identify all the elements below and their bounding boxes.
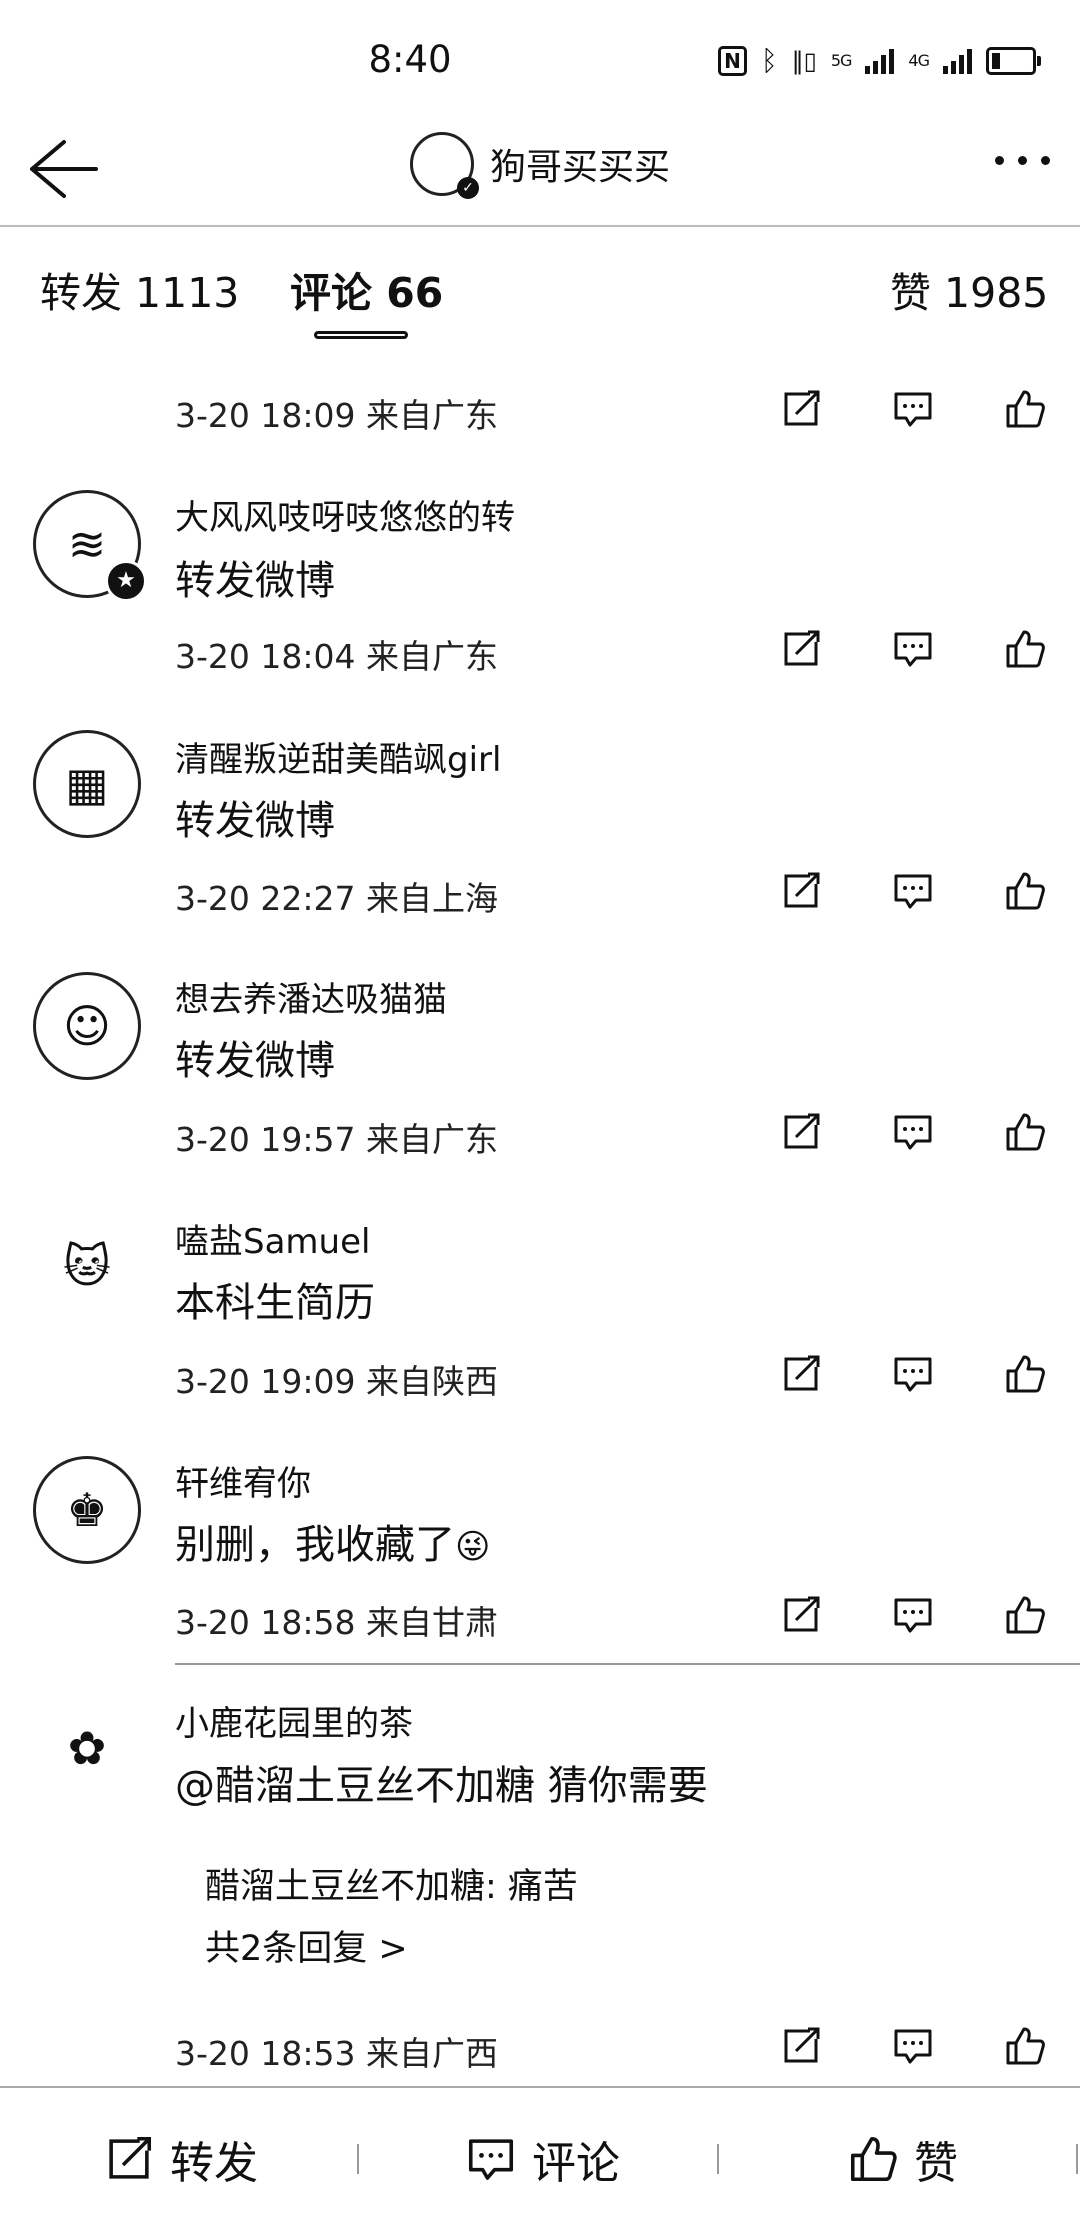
avatar-image: 🐱 [63,1239,111,1293]
comment-divider [175,1663,1080,1665]
nav-bar: ✓ 狗哥买买买 [0,110,1080,227]
comment-icon[interactable] [892,1594,934,1636]
more-options-icon[interactable] [995,156,1050,165]
like-icon[interactable] [1004,1353,1046,1395]
battery-icon [986,46,1041,75]
avatar[interactable]: ♚ [33,1456,141,1564]
nfc-icon: N [718,45,747,76]
like-icon[interactable] [1004,388,1046,430]
emoji-icon: 😜 [455,1527,491,1567]
comment-meta: 3-20 19:57 来自广东 [175,1120,498,1159]
active-tab-indicator [314,331,408,339]
header-user[interactable]: ✓ 狗哥买买买 [410,132,671,199]
avatar-image: ♚ [66,1483,108,1537]
comment-actions [780,1111,1046,1153]
repost-icon[interactable] [780,1353,822,1395]
comment-button[interactable]: 评论 [466,2088,620,2230]
tab-bar: 转发 1113 评论 66 赞 1985 [0,227,1080,347]
status-icons: N ᛒ ‖▯ 5G 4G [718,44,1041,77]
signal-icon-1 [865,48,895,74]
like-label: 赞 [914,2138,958,2189]
comment-icon [468,2139,514,2180]
repost-icon[interactable] [780,628,822,670]
back-arrow-icon[interactable] [24,134,100,204]
like-icon[interactable] [1004,628,1046,670]
vibrate-icon: ‖▯ [791,46,817,75]
comment-actions [780,628,1046,670]
comment-text: 别删，我收藏了😜 [175,1512,490,1570]
comment-meta: 3-20 22:27 来自上海 [175,879,498,918]
comment-text: @醋溜土豆丝不加糖 猜你需要 [175,1763,708,1809]
verified-icon: ✓ [457,177,479,199]
repost-icon[interactable] [780,2025,822,2067]
tab-likes[interactable]: 赞 1985 [890,259,1048,319]
repost-label: 转发 [170,2138,258,2189]
separator [1076,2144,1078,2174]
comment-icon[interactable] [892,1111,934,1153]
tab-repost[interactable]: 转发 1113 [40,259,239,319]
like-icon [850,2136,897,2182]
comment-username[interactable]: 小鹿花园里的茶 [175,1696,413,1745]
bottom-action-bar: 转发 评论 赞 [0,2086,1080,2230]
comment-username[interactable]: 想去养潘达吸猫猫 [175,972,447,1021]
view-replies-link[interactable]: 共2条回复 > [205,1920,408,1971]
repost-icon [109,2136,152,2179]
comment-icon[interactable] [892,388,934,430]
like-icon[interactable] [1004,1111,1046,1153]
comment-icon[interactable] [892,628,934,670]
comment-actions [780,870,1046,912]
comment-icon[interactable] [892,1353,934,1395]
status-time: 8:40 [368,38,452,81]
comment-text-body: 别删，我收藏了 [175,1522,455,1568]
comment-icon[interactable] [892,2025,934,2067]
comment-username[interactable]: 轩维宥你 [175,1456,311,1505]
comment-text: 本科生简历 [175,1280,375,1326]
avatar[interactable]: 🐱 [33,1212,141,1320]
repost-icon[interactable] [780,870,822,912]
reply-preview[interactable]: 醋溜土豆丝不加糖: 痛苦 [205,1858,578,1909]
comment-meta: 3-20 19:09 来自陕西 [175,1362,498,1401]
comment-text: 转发微博 [175,798,335,844]
avatar-image: ✿ [67,1721,107,1775]
status-bar: 8:40 N ᛒ ‖▯ 5G 4G [0,0,1080,128]
comment-username[interactable]: 嗑盐Samuel [175,1214,370,1263]
comment-meta: 3-20 18:09 来自广东 [175,396,498,435]
bluetooth-icon: ᛒ [760,44,778,77]
like-icon[interactable] [1004,1594,1046,1636]
page-title: 狗哥买买买 [490,147,671,188]
signal-icon-2 [943,48,972,74]
header-avatar[interactable]: ✓ [410,132,479,199]
comment-actions [780,2025,1046,2067]
like-button[interactable]: 赞 [848,2088,958,2230]
comment-icon[interactable] [892,870,934,912]
comment-text: 转发微博 [175,1038,335,1084]
comment-username[interactable]: 大风风吱呀吱悠悠的转 [175,490,515,539]
separator [357,2144,359,2174]
avatar[interactable]: ☺ [33,972,141,1080]
comment-actions [780,1353,1046,1395]
avatar-image: ☺ [63,999,111,1053]
comment-text: 转发微博 [175,558,335,604]
comment-actions [780,1594,1046,1636]
network-type-1: 5G [830,50,853,70]
avatar[interactable]: ▦ [33,730,141,838]
comment-username[interactable]: 清醒叛逆甜美酷飒girl [175,732,501,781]
comment-meta: 3-20 18:53 来自广西 [175,2034,498,2073]
repost-button[interactable]: 转发 [104,2088,258,2230]
like-icon[interactable] [1004,870,1046,912]
tab-comments[interactable]: 评论 66 [290,259,443,319]
repost-icon[interactable] [780,388,822,430]
comment-meta: 3-20 18:58 来自甘肃 [175,1603,498,1642]
repost-icon[interactable] [780,1111,822,1153]
repost-icon[interactable] [780,1594,822,1636]
avatar-image: ▦ [65,757,109,811]
comment-actions [780,388,1046,430]
comment-label: 评论 [532,2138,620,2189]
member-badge-icon: ★ [105,560,147,602]
like-icon[interactable] [1004,2025,1046,2067]
avatar[interactable]: ✿ [33,1694,141,1802]
separator [717,2144,719,2174]
comment-meta: 3-20 18:04 来自广东 [175,637,498,676]
network-type-2: 4G [908,50,930,70]
